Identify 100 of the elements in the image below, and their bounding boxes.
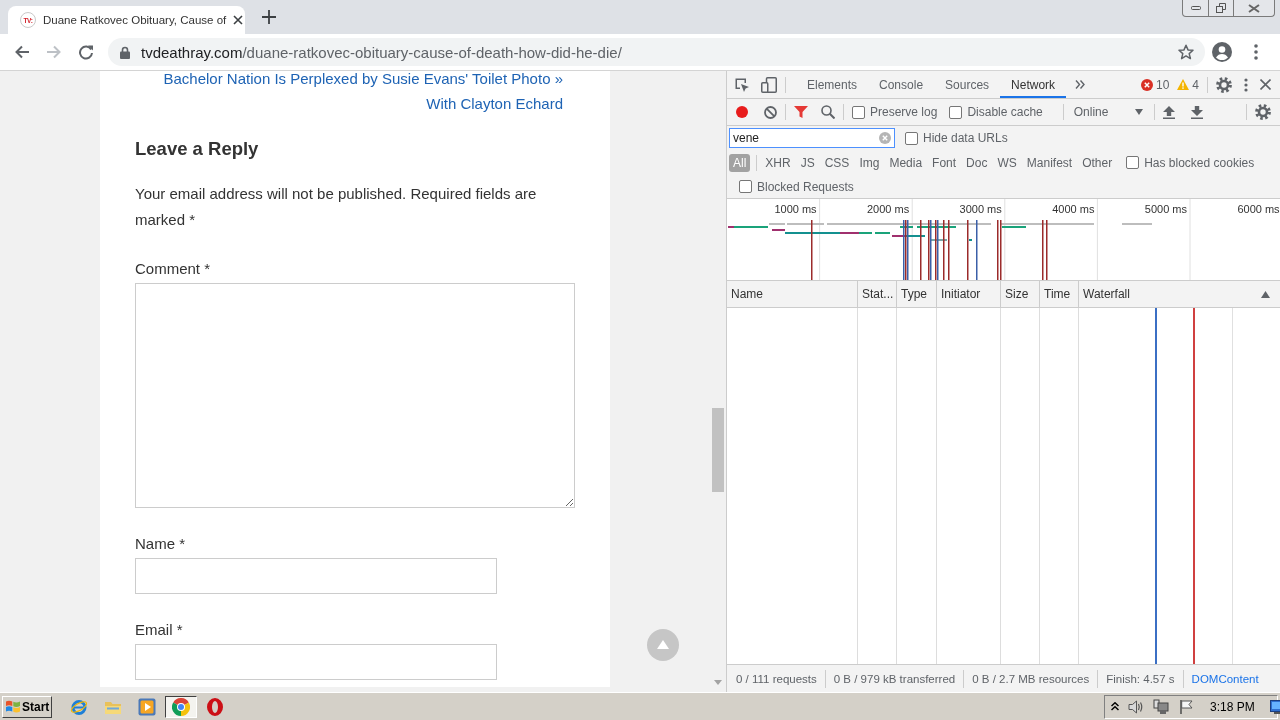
checkbox[interactable] [852,105,865,119]
type-filter-button[interactable]: Manifest [1022,153,1077,172]
timing-line [1042,220,1044,280]
type-filter-button[interactable]: Doc [962,153,992,172]
sort-ascending-icon [1261,290,1270,298]
network-computer-icon[interactable] [1153,698,1169,715]
url-text: tvdeathray.com/duane-ratkovec-obituary-cause-of-death-how-did-he-die/ [141,43,622,61]
minimize-icon [1190,6,1201,10]
speaker-icon[interactable] [1128,698,1144,715]
inspect-icon[interactable] [734,76,750,93]
checkbox[interactable] [1126,156,1140,169]
throttling-select[interactable]: Online [1073,105,1146,119]
time-tick-label: 3000 ms [959,203,1002,215]
type-filter-button[interactable]: CSS [820,153,854,172]
monitor-icon[interactable] [1269,699,1280,714]
column-header[interactable]: Initiator [937,281,1001,307]
double-chevron-up-icon[interactable] [1111,702,1119,711]
type-filter-button[interactable]: Img [855,153,884,172]
type-filter-button[interactable]: WS [993,153,1021,172]
download-icon[interactable] [1190,105,1203,119]
checkbox[interactable] [739,180,752,193]
timing-line [976,220,978,280]
taskbar-app-button[interactable] [165,695,197,718]
device-icon[interactable] [761,76,777,93]
panel-tab[interactable]: Elements [796,71,869,98]
close-icon[interactable] [1260,79,1271,90]
checkbox-label: Disable cache [967,105,1043,119]
type-filter-button[interactable]: Media [885,153,927,172]
flag-icon[interactable] [1178,698,1194,715]
more-tabs-icon[interactable] [1075,80,1086,89]
timing-line [1046,220,1048,280]
error-icon [1140,78,1153,91]
reply-heading: Leave a Reply [135,137,260,161]
avatar-icon[interactable] [1212,42,1232,62]
status-text: Finish: 4.57 s [1098,669,1184,688]
column-header[interactable]: Size [1001,281,1040,307]
status-text: 0 B / 2.7 MB resources [964,669,1099,688]
checkbox[interactable] [905,131,918,145]
event-timing-link[interactable]: DOMContent [1183,669,1259,688]
plus-icon[interactable] [262,10,276,24]
column-header[interactable]: Name [727,281,858,307]
type-filter-button[interactable]: JS [796,153,819,172]
start-button[interactable]: Start [2,695,52,718]
address-bar[interactable]: tvdeathray.com/duane-ratkovec-obituary-cause-of-death-how-did-he-die/ [108,38,1205,66]
clear-input-icon[interactable] [879,132,891,144]
clock-text[interactable]: 3:18 PM [1210,699,1255,714]
panel-tab[interactable]: Console [868,71,935,98]
filter-input-field[interactable]: vene [729,128,895,148]
clear-icon[interactable] [764,105,777,119]
browser-e-icon [70,697,88,716]
chrome-browser-icon [172,697,190,716]
type-filter-button[interactable]: XHR [761,153,795,172]
column-header[interactable]: Type [897,281,937,307]
restore-icon [1216,3,1226,13]
menu-icon[interactable] [1254,44,1258,60]
checkbox-label: Blocked Requests [757,179,854,194]
close-icon[interactable] [233,15,244,25]
type-filter-button[interactable]: Font [928,153,961,172]
timing-line [967,220,969,280]
text-input-field[interactable] [135,558,497,594]
status-text: 0 B / 979 kB transferred [825,669,965,688]
time-tick-label: 4000 ms [1052,203,1095,215]
field-label: Name * [135,534,187,554]
scrollbar-thumb[interactable] [712,408,724,492]
textarea-field[interactable] [135,283,575,508]
next-post-link[interactable]: Bachelor Nation Is Perplexed by Susie Evans' Toilet Photo » With Clayton Echard [163,71,563,116]
windows-logo-icon [5,699,21,714]
checkbox[interactable] [949,105,963,119]
back-icon[interactable] [14,44,30,60]
record-icon[interactable] [736,106,748,118]
timing-line [948,220,950,280]
text-input-field[interactable] [135,644,497,680]
filter-icon[interactable] [794,105,808,119]
upload-icon[interactable] [1162,105,1175,119]
issues-counter[interactable]: 10 4 [1140,77,1199,92]
checkbox-label: Has blocked cookies [1144,155,1255,170]
caret-up-icon [657,639,669,649]
menu-icon[interactable] [1244,77,1248,92]
column-header[interactable]: Stat... [858,281,897,307]
time-tick-label: 1000 ms [774,203,817,215]
panel-tab[interactable]: Sources [934,71,1001,98]
reload-icon[interactable] [78,44,94,60]
time-tick-label: 2000 ms [867,203,910,215]
warning-icon [1177,79,1190,90]
field-label: Email * [135,620,184,640]
time-tick-label: 6000 ms [1237,203,1280,215]
timing-line [920,220,922,280]
timing-line [943,220,945,280]
settings-icon[interactable] [1216,76,1232,93]
type-filter-button[interactable]: Other [1078,153,1117,172]
page-scrollbar[interactable] [710,71,726,692]
timing-line [811,220,813,280]
star-icon[interactable] [1178,44,1194,60]
settings-icon[interactable] [1255,104,1271,120]
time-tick-label: 5000 ms [1144,203,1187,215]
column-header[interactable]: Waterfall [1079,281,1280,307]
column-header[interactable]: Time [1040,281,1079,307]
media-player-icon [138,697,156,716]
search-icon[interactable] [821,105,835,119]
status-text: 0 / 111 requests [727,669,826,688]
